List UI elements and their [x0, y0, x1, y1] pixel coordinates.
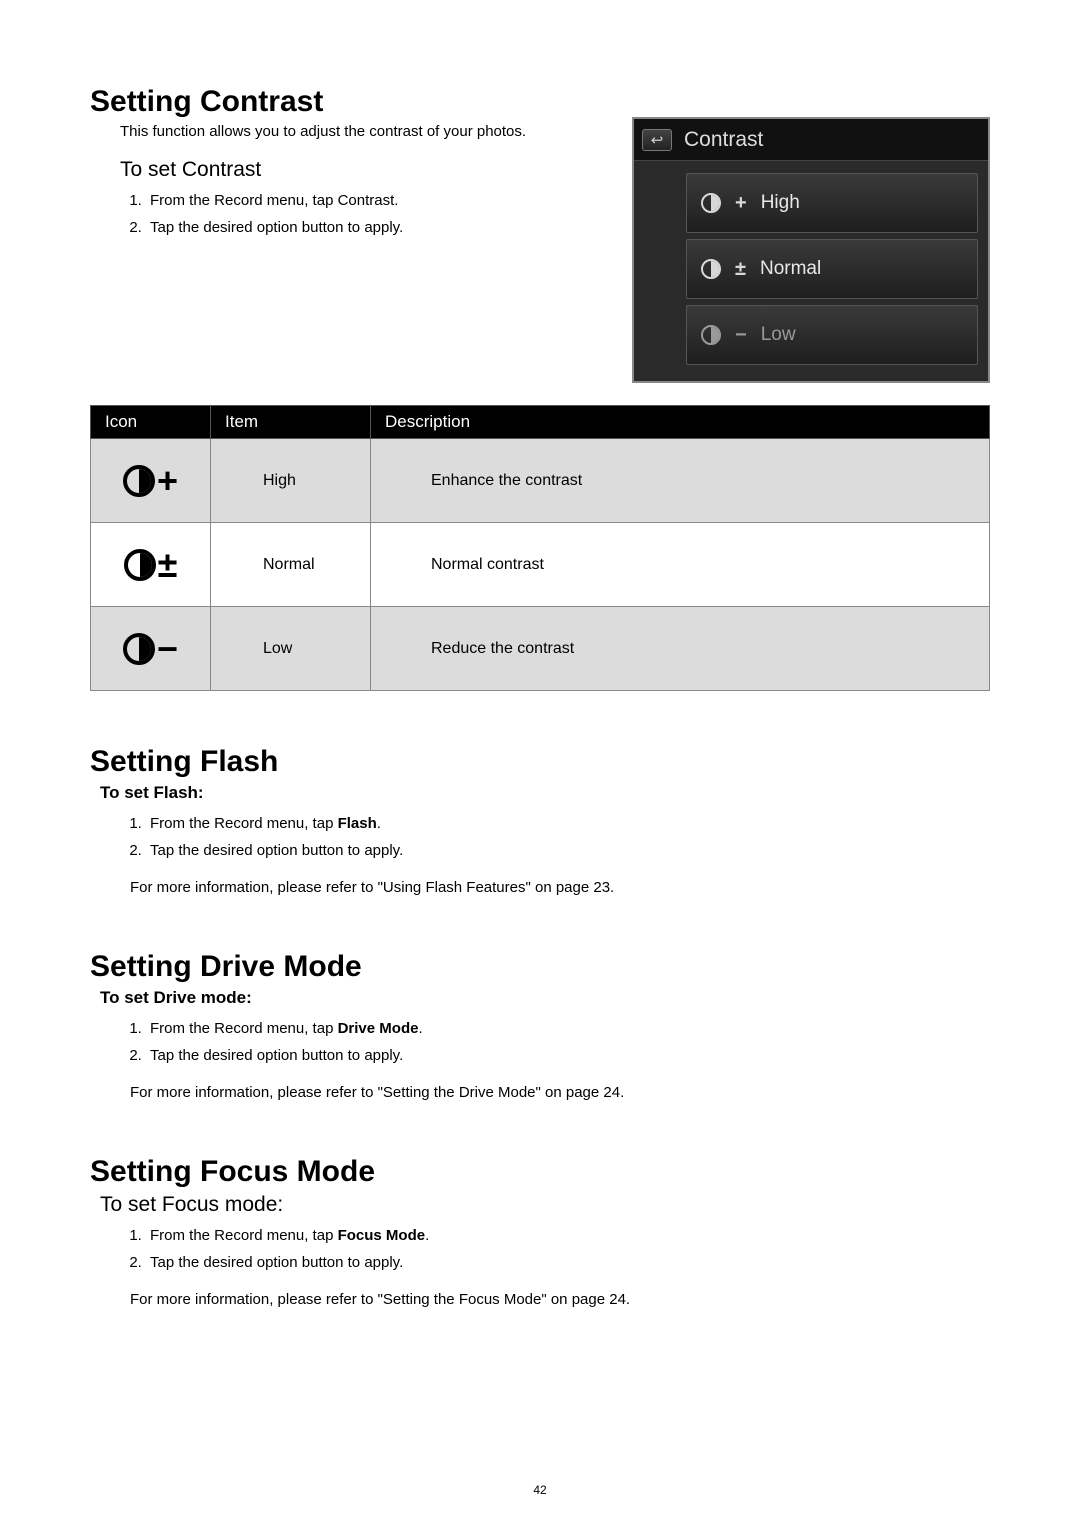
th-icon: Icon — [91, 406, 211, 439]
section-contrast: Setting Contrast This function allows yo… — [90, 85, 990, 691]
steps-drive-mode: From the Record menu, tap Drive Mode. Ta… — [146, 1020, 990, 1064]
heading-focus-mode: Setting Focus Mode — [90, 1155, 990, 1189]
note-focus-mode: For more information, please refer to "S… — [130, 1291, 990, 1308]
th-desc: Description — [371, 406, 990, 439]
note-drive-mode: For more information, please refer to "S… — [130, 1084, 990, 1101]
option-label: Normal — [760, 258, 821, 280]
note-flash: For more information, please refer to "U… — [130, 879, 990, 896]
camera-title: Contrast — [684, 128, 763, 152]
subheading-focus-mode: To set Focus mode: — [100, 1193, 990, 1217]
minus-icon: − — [735, 324, 747, 347]
table-row: ± Normal Normal contrast — [91, 523, 990, 607]
minus-icon: − — [157, 628, 178, 669]
steps-flash: From the Record menu, tap Flash. Tap the… — [146, 815, 990, 859]
heading-flash: Setting Flash — [90, 745, 990, 779]
step: From the Record menu, tap Focus Mode. — [146, 1227, 990, 1244]
steps-contrast: From the Record menu, tap Contrast. Tap … — [146, 192, 612, 236]
section-focus-mode: Setting Focus Mode To set Focus mode: Fr… — [90, 1155, 990, 1308]
table-row: − Low Reduce the contrast — [91, 607, 990, 691]
option-label: High — [761, 192, 800, 214]
subheading-drive-mode: To set Drive mode: — [100, 988, 990, 1008]
step: Tap the desired option button to apply. — [146, 219, 612, 236]
step: Tap the desired option button to apply. — [146, 1254, 990, 1271]
option-normal[interactable]: ± Normal — [686, 239, 978, 299]
camera-header: ↩ Contrast — [634, 119, 988, 161]
option-low[interactable]: − Low — [686, 305, 978, 365]
intro-contrast: This function allows you to adjust the c… — [120, 123, 612, 140]
heading-contrast: Setting Contrast — [90, 85, 612, 119]
step: Tap the desired option button to apply. — [146, 842, 990, 859]
option-label: Low — [761, 324, 796, 346]
th-item: Item — [211, 406, 371, 439]
desc-cell: Normal contrast — [371, 523, 990, 607]
page-number: 42 — [0, 1483, 1080, 1497]
desc-cell: Reduce the contrast — [371, 607, 990, 691]
plus-minus-icon: ± — [735, 258, 746, 281]
step: From the Record menu, tap Flash. — [146, 815, 990, 832]
contrast-table: Icon Item Description + High Enhance the… — [90, 405, 990, 691]
contrast-icon — [123, 465, 155, 497]
contrast-icon — [701, 259, 721, 279]
contrast-icon — [701, 325, 721, 345]
item-cell: High — [211, 439, 371, 523]
item-cell: Low — [211, 607, 371, 691]
section-flash: Setting Flash To set Flash: From the Rec… — [90, 745, 990, 896]
camera-screenshot: ↩ Contrast + High ± Normal — [632, 117, 990, 383]
table-row: + High Enhance the contrast — [91, 439, 990, 523]
steps-focus-mode: From the Record menu, tap Focus Mode. Ta… — [146, 1227, 990, 1271]
subheading-contrast: To set Contrast — [120, 158, 612, 182]
contrast-icon — [701, 193, 721, 213]
plus-icon: + — [157, 460, 178, 501]
item-cell: Normal — [211, 523, 371, 607]
option-high[interactable]: + High — [686, 173, 978, 233]
heading-drive-mode: Setting Drive Mode — [90, 950, 990, 984]
plus-minus-icon: ± — [158, 544, 178, 585]
step: From the Record menu, tap Drive Mode. — [146, 1020, 990, 1037]
section-drive-mode: Setting Drive Mode To set Drive mode: Fr… — [90, 950, 990, 1101]
step: From the Record menu, tap Contrast. — [146, 192, 612, 209]
contrast-icon — [124, 549, 156, 581]
back-icon[interactable]: ↩ — [642, 129, 672, 151]
step: Tap the desired option button to apply. — [146, 1047, 990, 1064]
desc-cell: Enhance the contrast — [371, 439, 990, 523]
contrast-icon — [123, 633, 155, 665]
plus-icon: + — [735, 192, 747, 215]
subheading-flash: To set Flash: — [100, 783, 990, 803]
